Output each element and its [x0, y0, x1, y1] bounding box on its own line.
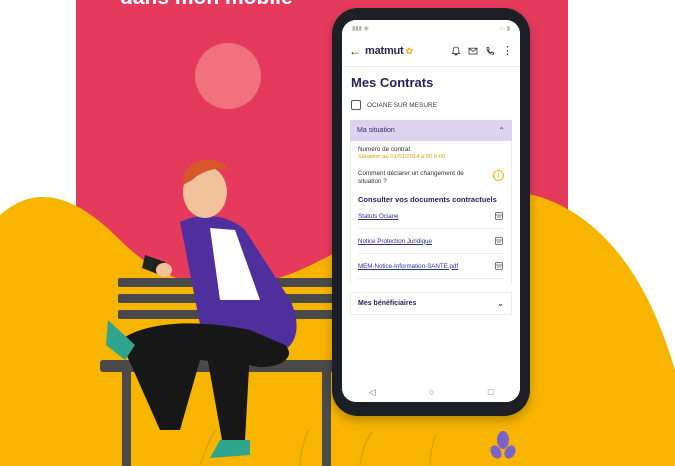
chevron-up-icon: ⌃ [498, 126, 505, 135]
battery-icon: ▭ ▮ [499, 25, 510, 32]
download-icon[interactable] [494, 261, 504, 271]
document-link[interactable]: Notice Protection Juridique [358, 238, 432, 245]
beneficiaries-label: Mes bénéficiaires [358, 300, 417, 307]
info-icon[interactable]: i [493, 170, 504, 181]
contract-name: OCIANE SUR MESURE [367, 101, 438, 109]
document-row[interactable]: Statuts Ociane [358, 204, 504, 229]
situation-accordion-header[interactable]: Ma situation ⌃ [350, 120, 512, 141]
document-link[interactable]: MEM-Notice-Information-SANTE.pdf [358, 263, 458, 270]
contract-selector[interactable]: OCIANE SUR MESURE [342, 96, 520, 120]
download-icon[interactable] [494, 236, 504, 246]
back-nav-icon[interactable]: ◁ [369, 387, 376, 398]
recents-nav-icon[interactable]: □ [488, 387, 493, 397]
brand-mark-icon: ✿ [405, 45, 414, 56]
phone-screen: ▮▮▮ ◉ ▭ ▮ ← matmut ✿ ⋮ Mes Contrats OCIA… [342, 20, 520, 402]
mail-icon[interactable] [468, 46, 478, 56]
chevron-down-icon: ⌄ [497, 299, 504, 308]
phone-icon[interactable] [485, 46, 495, 56]
download-icon[interactable] [494, 211, 504, 221]
android-nav-bar: ◁ ○ □ [342, 382, 520, 402]
document-row[interactable]: Notice Protection Juridique [358, 229, 504, 254]
documents-title: Consulter vos documents contractuels [358, 195, 497, 204]
contract-number-value: Situation au 01/01/2014 à 00 h 00 [358, 154, 446, 160]
contract-number-label: Numéro de contrat [358, 146, 411, 153]
more-vertical-icon[interactable]: ⋮ [502, 46, 513, 57]
status-bar: ▮▮▮ ◉ ▭ ▮ [342, 20, 520, 36]
arrow-left-icon[interactable]: ← [349, 44, 361, 58]
app-header: ← matmut ✿ ⋮ [342, 36, 520, 67]
contract-icon [351, 100, 361, 110]
phone-device: ▮▮▮ ◉ ▭ ▮ ← matmut ✿ ⋮ Mes Contrats OCIA… [332, 8, 530, 416]
document-row[interactable]: MEM-Notice-Information-SANTE.pdf [358, 254, 504, 279]
declare-change-label: Comment déclarer un changement de situat… [358, 170, 464, 185]
bell-icon[interactable] [451, 46, 461, 56]
page-title: Mes Contrats [351, 75, 434, 90]
declare-change-row[interactable]: Comment déclarer un changement de situat… [358, 170, 504, 186]
situation-body: Numéro de contrat Situation au 01/01/201… [350, 141, 512, 284]
beneficiaries-accordion[interactable]: Mes bénéficiaires ⌄ [350, 292, 512, 315]
home-nav-icon[interactable]: ○ [429, 387, 434, 397]
hero-illustration: dans mon mobile [0, 0, 675, 466]
signal-icon: ▮▮▮ ◉ [352, 25, 369, 32]
brand-logo: matmut [365, 45, 404, 57]
situation-card: Ma situation ⌃ Numéro de contrat Situati… [350, 120, 512, 284]
document-link[interactable]: Statuts Ociane [358, 213, 399, 220]
situation-title: Ma situation [357, 127, 395, 134]
